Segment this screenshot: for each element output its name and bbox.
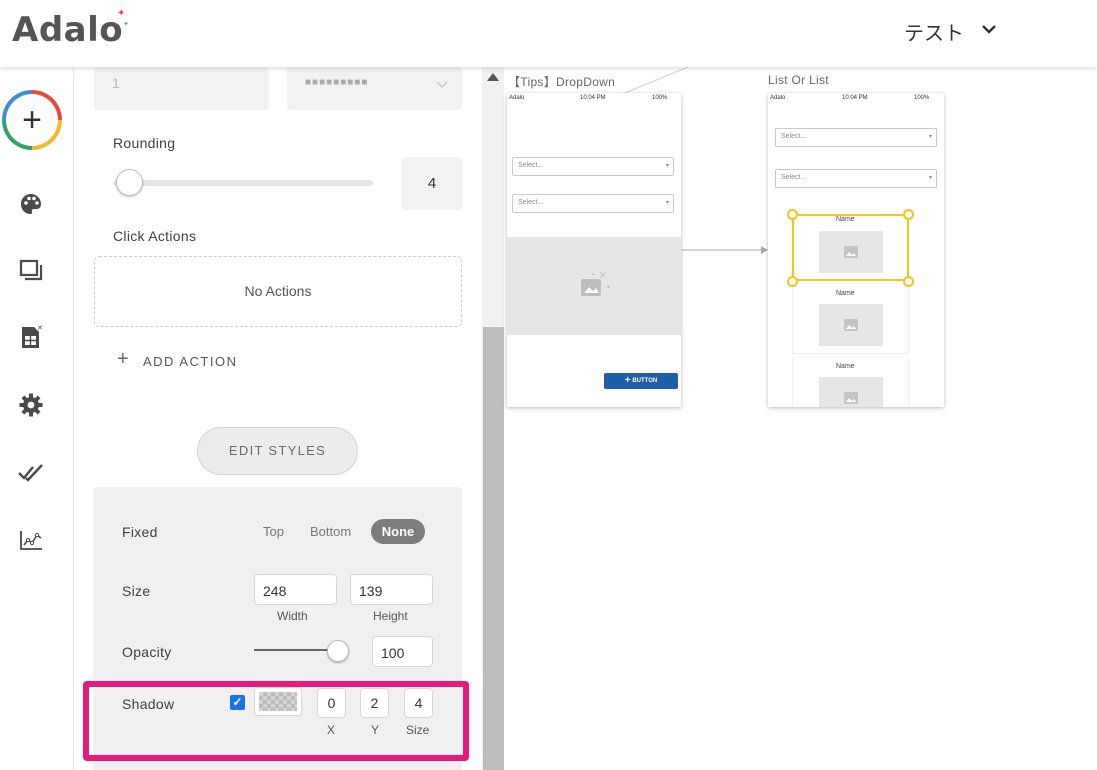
rounding-value-input[interactable]: 4 bbox=[402, 157, 462, 210]
publish-checks-icon[interactable] bbox=[17, 458, 45, 486]
screen2-status-time: 10:04 PM bbox=[842, 95, 868, 101]
selected-component-frame[interactable] bbox=[792, 214, 909, 281]
image-icon bbox=[844, 319, 858, 331]
image-icon bbox=[844, 392, 858, 404]
screen2-select-2-text: Select... bbox=[781, 174, 807, 181]
caret-down-icon: ▾ bbox=[665, 163, 669, 169]
caret-down-icon: ▾ bbox=[928, 175, 932, 181]
top-select-value: ■■■■■■■■■ bbox=[305, 77, 369, 88]
resize-handle-bottom-left[interactable] bbox=[787, 276, 798, 287]
fixed-option-bottom[interactable]: Bottom bbox=[310, 524, 351, 539]
list-item-name: Name bbox=[836, 290, 855, 297]
chevron-down-icon[interactable] bbox=[978, 18, 1000, 40]
screen1-button-label: BUTTON bbox=[632, 378, 658, 384]
screens-icon[interactable] bbox=[17, 256, 45, 284]
logo-sparkle-icon-small: ✦ bbox=[123, 21, 129, 28]
top-bar: Adalo ✦ ✦ テスト bbox=[0, 0, 1097, 67]
screen1-select-1-text: Select... bbox=[518, 162, 544, 169]
screen1-status-carrier: Adalo bbox=[509, 95, 525, 101]
top-number-input[interactable]: 1 bbox=[94, 67, 269, 110]
svg-text:✕: ✕ bbox=[37, 324, 43, 332]
add-action-button[interactable]: ADD ACTION bbox=[143, 354, 237, 369]
screen1-select-2[interactable]: Select... ▾ bbox=[512, 194, 674, 213]
top-select[interactable]: ■■■■■■■■■ bbox=[287, 67, 462, 110]
fixed-label: Fixed bbox=[122, 524, 158, 540]
screen1-select-2-text: Select... bbox=[518, 199, 544, 206]
rounding-slider-thumb[interactable] bbox=[116, 169, 143, 196]
caret-down-icon: ▾ bbox=[665, 200, 669, 206]
screen1-phone[interactable]: Adalo 10:04 PM 100% Select... ▾ Select..… bbox=[507, 93, 681, 407]
opacity-label: Opacity bbox=[122, 644, 172, 660]
opacity-slider-thumb[interactable] bbox=[327, 640, 349, 662]
resize-handle-top-left[interactable] bbox=[787, 209, 798, 220]
screen1-title[interactable]: 【Tips】DropDown bbox=[508, 73, 615, 90]
svg-text:✦: ✦ bbox=[591, 272, 595, 278]
screen2-select-1-text: Select... bbox=[781, 133, 807, 140]
shadow-highlight-frame bbox=[83, 681, 469, 761]
size-label: Size bbox=[122, 583, 151, 599]
svg-text:✦: ✦ bbox=[606, 284, 611, 291]
list-item-name: Name bbox=[836, 363, 855, 370]
screen2-select-2[interactable]: Select... ▾ bbox=[775, 169, 937, 188]
no-actions-box: No Actions bbox=[94, 256, 462, 327]
screen1-image-placeholder[interactable]: ✕ ✦ ✦ bbox=[507, 237, 681, 335]
resize-handle-top-right[interactable] bbox=[903, 209, 914, 220]
click-actions-label: Click Actions bbox=[113, 228, 197, 244]
add-icon[interactable]: + bbox=[117, 349, 129, 369]
screen1-status-battery: 100% bbox=[652, 95, 668, 101]
rounding-label: Rounding bbox=[113, 135, 176, 151]
list-item-image bbox=[819, 377, 883, 407]
screen1-status-time: 10:04 PM bbox=[580, 95, 606, 101]
svg-text:✕: ✕ bbox=[599, 271, 607, 281]
logo-sparkle-icon: ✦ bbox=[117, 8, 126, 19]
height-caption: Height bbox=[373, 609, 408, 623]
database-icon[interactable]: ✕ bbox=[17, 323, 45, 351]
chevron-down-icon bbox=[436, 81, 448, 89]
opacity-input[interactable]: 100 bbox=[372, 636, 433, 667]
image-icon: ✕ ✦ ✦ bbox=[581, 271, 611, 296]
screen1-select-1[interactable]: Select... ▾ bbox=[512, 157, 674, 176]
fixed-option-none[interactable]: None bbox=[371, 519, 425, 544]
palette-icon[interactable] bbox=[17, 190, 45, 218]
add-component-button[interactable]: + bbox=[2, 90, 62, 150]
width-input[interactable]: 248 bbox=[254, 574, 337, 605]
scroll-up-arrow-icon[interactable] bbox=[487, 73, 499, 81]
screen1-button[interactable]: + BUTTON bbox=[604, 373, 678, 389]
top-number-value: 1 bbox=[112, 75, 120, 91]
add-icon: + bbox=[6, 94, 58, 146]
height-input[interactable]: 139 bbox=[350, 574, 433, 605]
scrollbar-thumb[interactable] bbox=[483, 327, 504, 770]
caret-down-icon: ▾ bbox=[928, 134, 932, 140]
resize-handle-bottom-right[interactable] bbox=[903, 276, 914, 287]
screen2-status-battery: 100% bbox=[914, 95, 930, 101]
gear-icon[interactable] bbox=[17, 391, 45, 419]
fixed-option-top[interactable]: Top bbox=[263, 524, 284, 539]
width-caption: Width bbox=[277, 609, 308, 623]
list-item-image bbox=[819, 304, 883, 346]
edit-styles-button[interactable]: EDIT STYLES bbox=[197, 427, 358, 475]
screen2-title[interactable]: List Or List bbox=[768, 73, 829, 87]
app-name[interactable]: テスト bbox=[904, 17, 964, 46]
analytics-icon[interactable] bbox=[17, 526, 45, 554]
screen2-status-carrier: Adalo bbox=[770, 95, 786, 101]
rounding-slider-track[interactable] bbox=[113, 180, 373, 186]
properties-panel: 1 ■■■■■■■■■ Rounding 4 Click Actions No … bbox=[75, 67, 480, 770]
plus-icon: + bbox=[624, 375, 631, 386]
adalo-logo[interactable]: Adalo bbox=[12, 10, 123, 50]
screen2-select-1[interactable]: Select... ▾ bbox=[775, 128, 937, 147]
navigation-arrow bbox=[681, 246, 768, 254]
